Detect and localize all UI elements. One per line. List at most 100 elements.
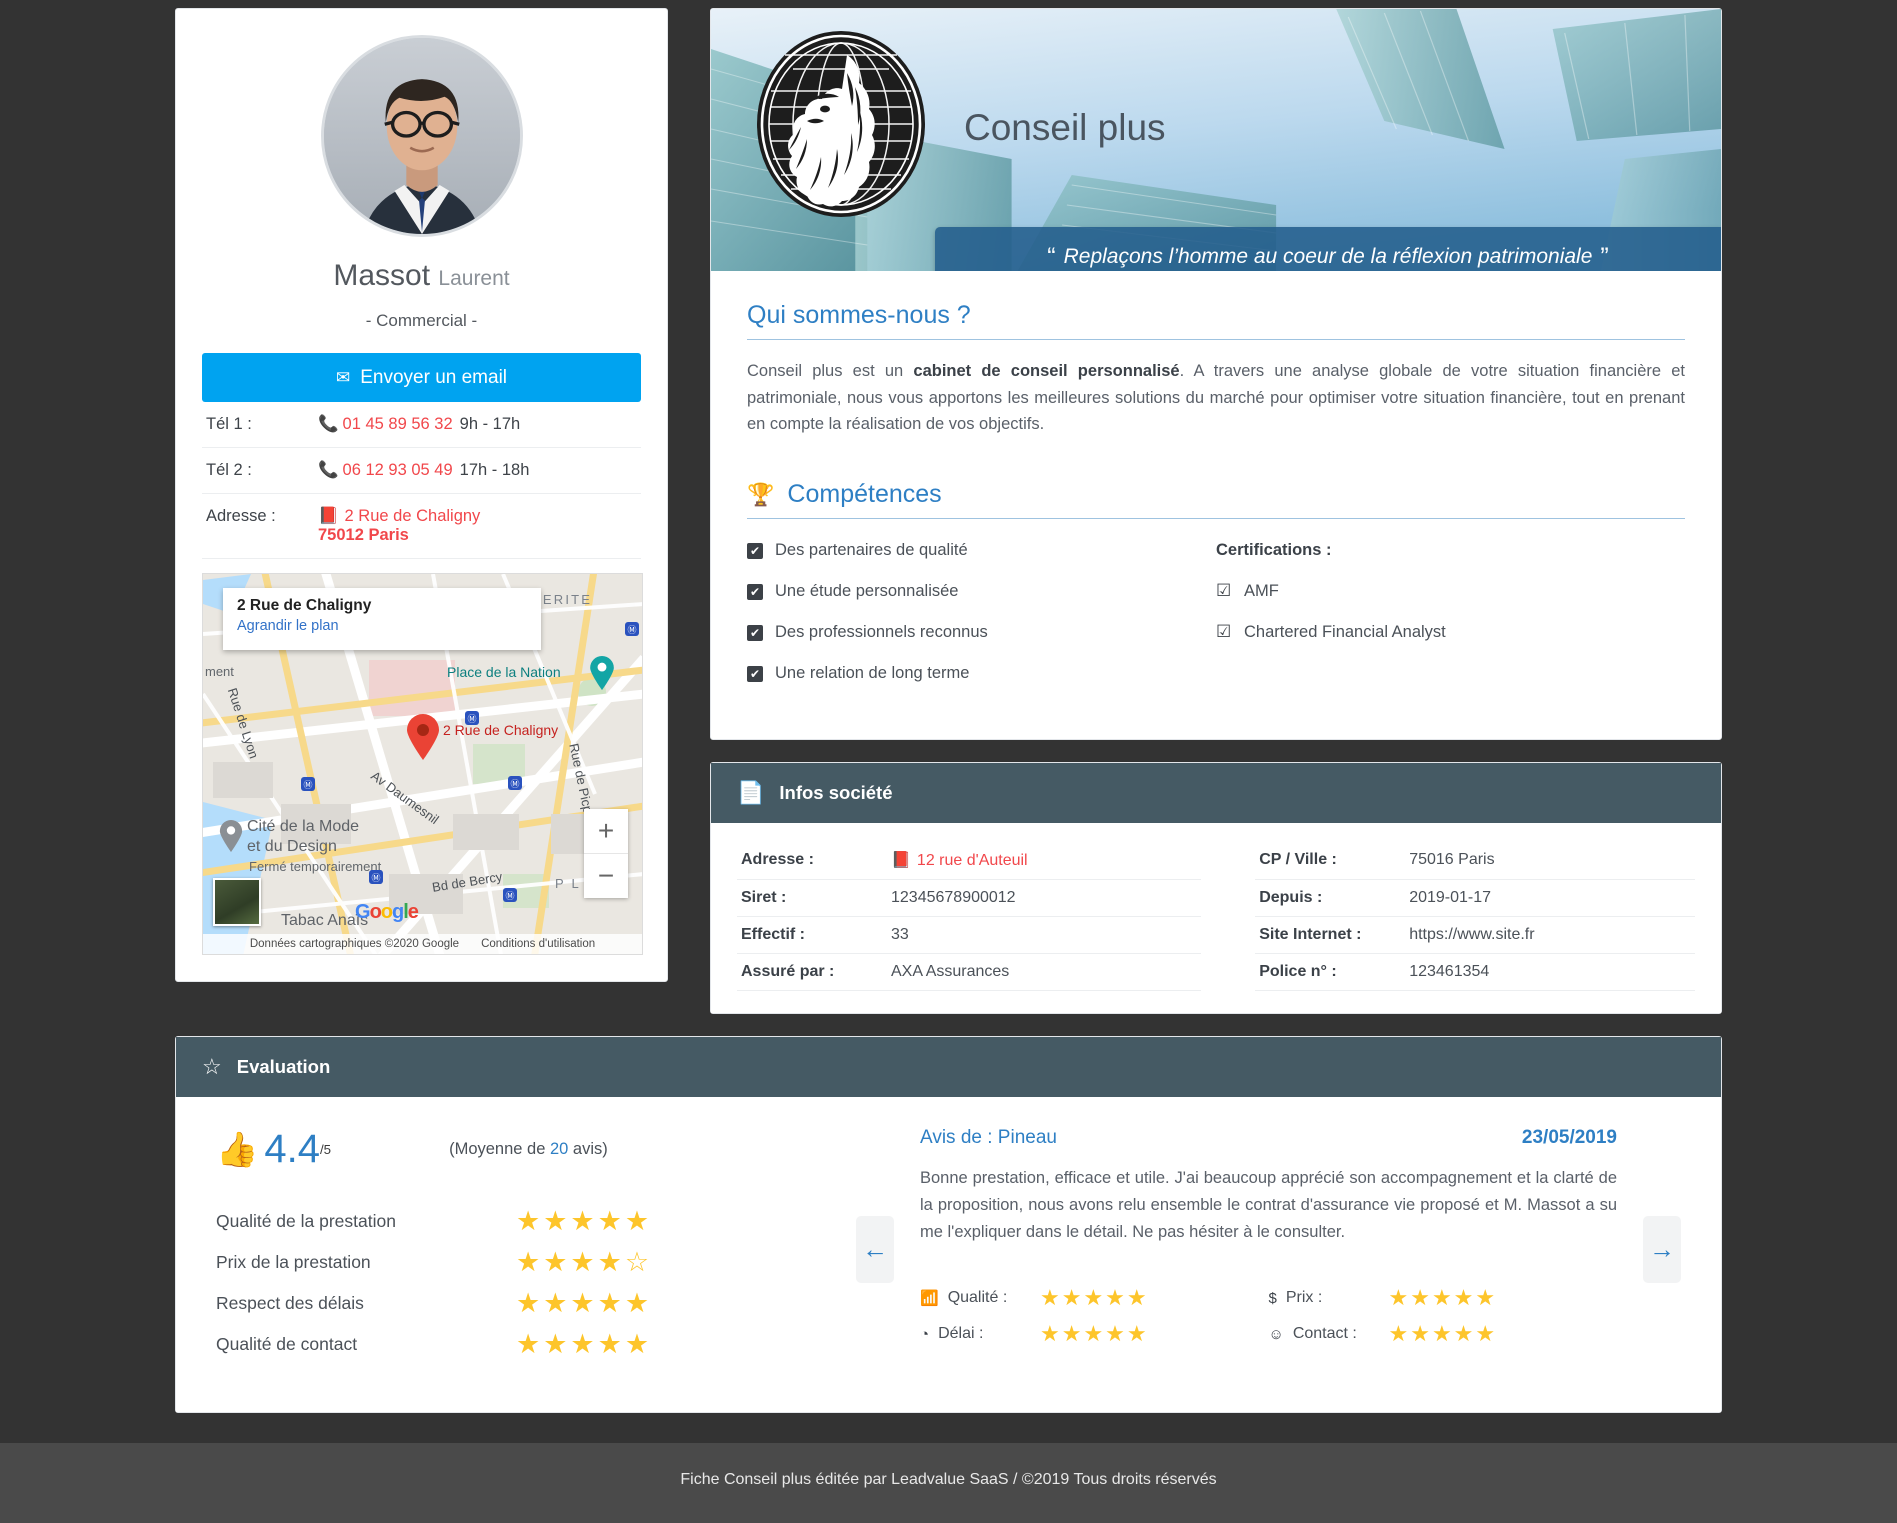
skills-title-text: Compétences — [787, 480, 942, 509]
table-row: Effectif : 33 Site Internet : https://ww… — [737, 916, 1695, 955]
average-prefix: (Moyenne de — [449, 1140, 550, 1159]
company-quote-banner: “ Replaçons l’homme au coeur de la réfle… — [935, 227, 1721, 271]
skills-title: 🏆 Compétences — [747, 480, 1685, 520]
phone-1-label: Tél 1 : — [206, 415, 252, 433]
company-logo-icon — [757, 31, 925, 217]
average-note: (Moyenne de 20 avis) — [449, 1140, 608, 1159]
quote-close-mark: ” — [1600, 242, 1609, 271]
skill-item: ✔ Une étude personnalisée — [747, 582, 1216, 601]
checkbox-checked-icon: ✔ — [747, 542, 763, 559]
map-marker-icon: 📕 — [318, 507, 339, 525]
avatar-photo — [323, 38, 520, 234]
skill-label: Une étude personnalisée — [775, 582, 959, 601]
score-row: 👍 4.4 /5 (Moyenne de 20 avis) — [216, 1127, 856, 1172]
info-value-address-text[interactable]: 12 rue d'Auteuil — [917, 852, 1028, 869]
info-value: 75016 Paris — [1405, 841, 1695, 881]
review-rating-stars: ★★★★★ — [1040, 1285, 1149, 1311]
company-banner: Conseil plus “ Replaçons l’homme au coeu… — [711, 9, 1721, 271]
map-zoom-controls[interactable]: + − — [584, 809, 628, 898]
star-outline-icon: ☆ — [202, 1054, 222, 1080]
thumbs-up-icon: 👍 — [216, 1130, 259, 1169]
criteria-label: Qualité de contact — [216, 1334, 358, 1355]
avatar — [320, 35, 523, 237]
profile-card: Massot Laurent - Commercial - ✉ Envoyer … — [175, 8, 668, 982]
person-last-name: Massot — [333, 259, 431, 292]
address-street[interactable]: 2 Rue de Chaligny — [345, 507, 481, 525]
table-spacer — [1201, 917, 1255, 954]
info-value-address: 📕 12 rue d'Auteuil — [887, 841, 1202, 881]
phone-2-number[interactable]: 06 12 93 05 49 — [343, 461, 453, 479]
info-key: Adresse : — [737, 841, 887, 881]
review-ratings: 📶 Qualité : ★★★★★ ◔ Délai : ★★★★★ $ Prix… — [920, 1287, 1617, 1359]
review-rating-stars: ★★★★★ — [1040, 1321, 1149, 1347]
phone-1-number[interactable]: 01 45 89 56 32 — [343, 415, 453, 433]
criteria-stars: ★★★★★ — [516, 1206, 653, 1237]
evaluation-body: 👍 4.4 /5 (Moyenne de 20 avis) Qualité de… — [176, 1097, 1721, 1413]
average-score: 4.4 — [264, 1127, 320, 1172]
review-author[interactable]: Avis de : Pineau — [920, 1127, 1057, 1149]
map-pin-label: 2 Rue de Chaligny — [443, 722, 559, 738]
phone-row-1: Tél 1 : 📞 01 45 89 56 32 9h - 17h — [202, 402, 641, 448]
review-panel: Avis de : Pineau 23/05/2019 Bonne presta… — [894, 1127, 1643, 1372]
envelope-icon: ✉ — [335, 367, 351, 387]
map-pin — [407, 714, 439, 760]
map-attribution-text: Données cartographiques ©2020 Google — [249, 938, 460, 950]
review-rating-delay: ◔ Délai : — [920, 1325, 1040, 1343]
phone-icon: 📞 — [318, 415, 339, 433]
send-email-button[interactable]: ✉ Envoyer un email — [202, 353, 641, 402]
previous-review-button[interactable]: ← — [856, 1216, 894, 1284]
map-satellite-thumbnail[interactable] — [213, 878, 261, 926]
quote-open-mark: “ — [1047, 242, 1056, 271]
map-widget[interactable]: GUERITE Place de la Nation Rue de Lyon R… — [202, 573, 643, 955]
table-spacer — [1201, 880, 1255, 917]
about-title: Qui sommes-nous ? — [747, 301, 1685, 340]
skill-label: Des professionnels reconnus — [775, 623, 988, 642]
review-rating-contact: ☺ Contact : — [1269, 1325, 1389, 1343]
criteria-stars: ★★★★☆ — [516, 1247, 653, 1278]
certification-label: Chartered Financial Analyst — [1244, 623, 1446, 642]
signal-bars-icon: 📶 — [920, 1290, 939, 1308]
map-marker-icon: 📕 — [891, 852, 911, 870]
review-header: Avis de : Pineau 23/05/2019 — [920, 1127, 1617, 1149]
map-zoom-out-button[interactable]: − — [584, 854, 628, 898]
criteria-row: Prix de la prestation ★★★★☆ — [216, 1249, 856, 1276]
metro-icon: Ⓜ — [301, 777, 315, 791]
table-spacer — [1201, 954, 1255, 991]
info-value-website[interactable]: https://www.site.fr — [1405, 916, 1695, 955]
criteria-stars: ★★★★★ — [516, 1329, 653, 1360]
certification-item: ☑ Chartered Financial Analyst — [1216, 623, 1685, 642]
next-review-button[interactable]: → — [1643, 1216, 1681, 1284]
about-text-1: Conseil plus est un — [747, 362, 914, 380]
review-rating-label: Délai : — [938, 1325, 984, 1343]
phone-icon: 📞 — [318, 461, 339, 479]
person-role: - Commercial - — [365, 311, 478, 330]
info-value: 12345678900012 — [887, 879, 1202, 918]
evaluation-card: ☆ Evaluation 👍 4.4 /5 (Moyenne de 20 avi… — [175, 1036, 1722, 1414]
skills-column-right: Certifications : ☑ AMF ☑ Chartered Finan… — [1216, 541, 1685, 705]
metro-icon: Ⓜ — [369, 870, 383, 884]
phone-row-2: Tél 2 : 📞 06 12 93 05 49 17h - 18h — [202, 448, 641, 494]
evaluation-header: ☆ Evaluation — [176, 1037, 1721, 1098]
address-label: Adresse : — [206, 507, 276, 525]
about-title-text: Qui sommes-nous ? — [747, 301, 971, 329]
map-infobox[interactable]: 2 Rue de Chaligny Agrandir le plan — [223, 588, 541, 650]
metro-icon: Ⓜ — [508, 776, 522, 790]
phone-1-value-wrap: 📞 01 45 89 56 32 9h - 17h — [318, 415, 520, 434]
info-value: 123461354 — [1405, 953, 1695, 992]
map-poi-pin — [590, 656, 614, 690]
send-email-label: Envoyer un email — [360, 366, 508, 388]
document-icon: 📄 — [737, 780, 765, 806]
certification-item: ☑ AMF — [1216, 582, 1685, 601]
info-key: Siret : — [737, 879, 887, 918]
criteria-table: Qualité de la prestation ★★★★★ Prix de l… — [216, 1208, 856, 1358]
map-zoom-in-button[interactable]: + — [584, 809, 628, 853]
info-key: Effectif : — [737, 916, 887, 955]
address-city: 75012 Paris — [318, 526, 409, 544]
map-enlarge-link[interactable]: Agrandir le plan — [237, 618, 527, 634]
map-terms-link[interactable]: Conditions d'utilisation — [481, 938, 595, 950]
review-rating-quality: 📶 Qualité : — [920, 1289, 1040, 1307]
review-rating-label: Qualité : — [947, 1289, 1008, 1307]
info-value: 33 — [887, 916, 1202, 955]
map-infobox-title: 2 Rue de Chaligny — [237, 597, 372, 614]
review-date: 23/05/2019 — [1521, 1127, 1617, 1149]
